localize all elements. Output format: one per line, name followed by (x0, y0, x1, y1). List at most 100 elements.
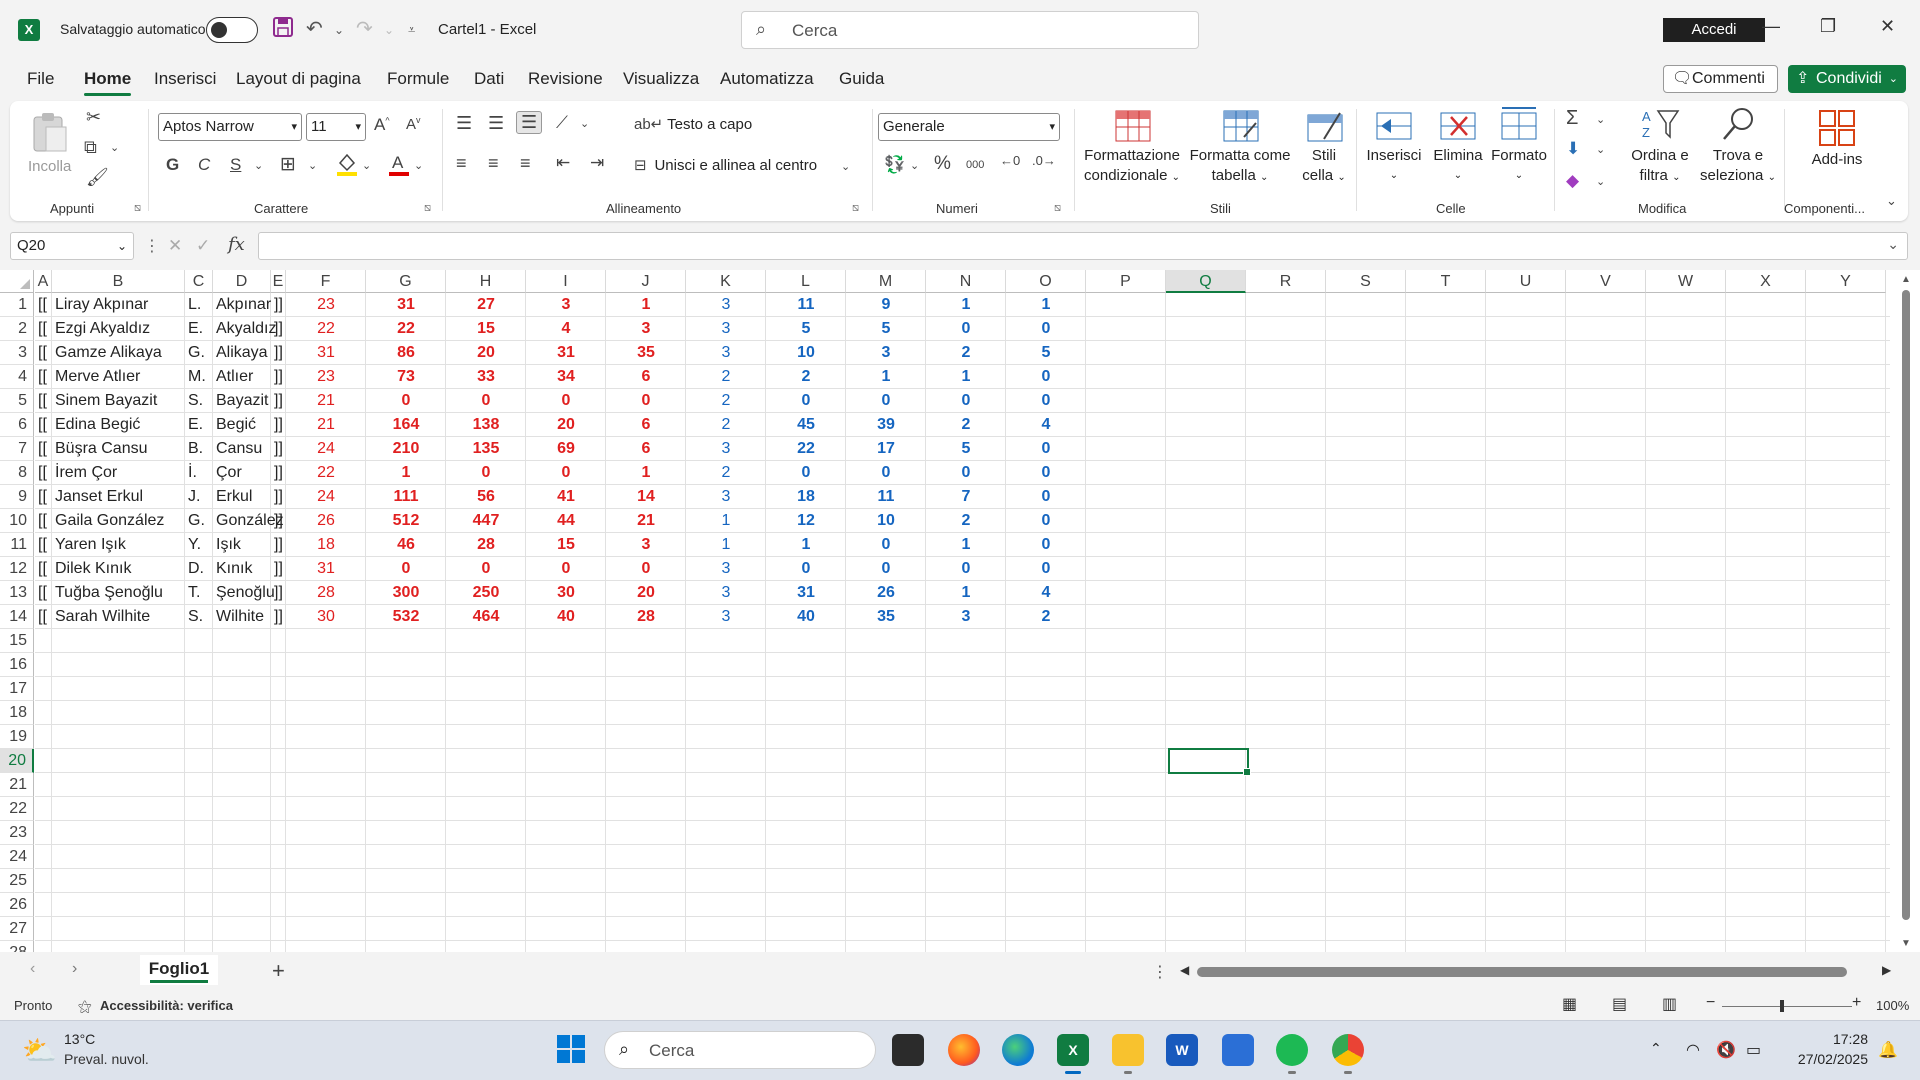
cell-C4[interactable]: M. (185, 365, 213, 389)
redo-icon[interactable]: ↷ (356, 16, 373, 41)
scroll-left-icon[interactable]: ◀ (1180, 963, 1189, 977)
cell-I12[interactable]: 0 (526, 557, 606, 581)
row-header-6[interactable]: 6 (0, 413, 34, 437)
cell-F13[interactable]: 28 (286, 581, 366, 605)
active-cell-Q20[interactable] (1168, 748, 1251, 776)
notifications-icon[interactable]: 🔔 (1878, 1040, 1898, 1060)
row-header-16[interactable]: 16 (0, 653, 34, 677)
fill-color-dropdown-icon[interactable]: ⌄ (362, 159, 371, 172)
cell-L2[interactable]: 5 (766, 317, 846, 341)
autosave-toggle[interactable] (206, 17, 258, 43)
cell-N13[interactable]: 1 (926, 581, 1006, 605)
normal-view-icon[interactable]: ▦ (1562, 994, 1577, 1014)
cell-C8[interactable]: İ. (185, 461, 213, 485)
accessibility-check[interactable]: Accessibilità: verifica (100, 998, 233, 1013)
cell-C10[interactable]: G. (185, 509, 213, 533)
align-middle-icon[interactable]: ☰ (488, 113, 504, 134)
cell-E3[interactable]: ]] (271, 341, 286, 365)
cell-F2[interactable]: 22 (286, 317, 366, 341)
cell-I9[interactable]: 41 (526, 485, 606, 509)
title-search-box[interactable]: ⌕ Cerca (741, 11, 1199, 49)
cell-L14[interactable]: 40 (766, 605, 846, 629)
cell-C5[interactable]: S. (185, 389, 213, 413)
row-header-23[interactable]: 23 (0, 821, 34, 845)
cell-B3[interactable]: Gamze Alikaya (52, 341, 185, 365)
orientation-dropdown-icon[interactable]: ⌄ (580, 117, 589, 130)
cancel-entry-icon[interactable]: ✕ (168, 236, 182, 256)
cell-H4[interactable]: 33 (446, 365, 526, 389)
cell-D14[interactable]: Wilhite (213, 605, 271, 629)
cell-B1[interactable]: Liray Akpınar (52, 293, 185, 317)
row-header-27[interactable]: 27 (0, 917, 34, 941)
borders-icon[interactable]: ⊞ (280, 153, 296, 176)
cell-G6[interactable]: 164 (366, 413, 446, 437)
tab-automatizza[interactable]: Automatizza (720, 69, 814, 89)
cell-K4[interactable]: 2 (686, 365, 766, 389)
row-header-18[interactable]: 18 (0, 701, 34, 725)
underline-dropdown-icon[interactable]: ⌄ (254, 159, 263, 172)
cell-A10[interactable]: [[ (35, 509, 52, 533)
cell-J13[interactable]: 20 (606, 581, 686, 605)
clear-icon[interactable]: ◆ (1566, 171, 1579, 191)
cell-B10[interactable]: Gaila González (52, 509, 185, 533)
cell-O6[interactable]: 4 (1006, 413, 1086, 437)
cell-H10[interactable]: 447 (446, 509, 526, 533)
cell-B2[interactable]: Ezgi Akyaldız (52, 317, 185, 341)
cell-M1[interactable]: 9 (846, 293, 926, 317)
cell-O7[interactable]: 0 (1006, 437, 1086, 461)
cell-N4[interactable]: 1 (926, 365, 1006, 389)
cell-K7[interactable]: 3 (686, 437, 766, 461)
cell-O9[interactable]: 0 (1006, 485, 1086, 509)
cell-K12[interactable]: 3 (686, 557, 766, 581)
cell-N10[interactable]: 2 (926, 509, 1006, 533)
cell-L12[interactable]: 0 (766, 557, 846, 581)
cell-H5[interactable]: 0 (446, 389, 526, 413)
cell-B5[interactable]: Sinem Bayazit (52, 389, 185, 413)
column-header-G[interactable]: G (366, 270, 446, 293)
font-size-combo[interactable]: 11 ▾ (306, 113, 366, 141)
currency-dropdown-icon[interactable]: ⌄ (910, 159, 919, 172)
cell-D13[interactable]: Şenoğlu (213, 581, 275, 605)
cell-A8[interactable]: [[ (35, 461, 52, 485)
cell-M4[interactable]: 1 (846, 365, 926, 389)
comments-button[interactable]: 🗨 Commenti (1663, 65, 1778, 93)
cell-L13[interactable]: 31 (766, 581, 846, 605)
cell-I7[interactable]: 69 (526, 437, 606, 461)
column-header-B[interactable]: B (52, 270, 185, 293)
increase-indent-icon[interactable]: ⇥ (590, 153, 604, 173)
cell-C14[interactable]: S. (185, 605, 213, 629)
cell-G9[interactable]: 111 (366, 485, 446, 509)
appunti-launcher-icon[interactable]: ⧅ (134, 202, 141, 215)
conditional-formatting-button[interactable]: Formattazione condizionale ⌄ (1080, 109, 1184, 188)
cell-L7[interactable]: 22 (766, 437, 846, 461)
cell-J10[interactable]: 21 (606, 509, 686, 533)
cell-B7[interactable]: Büşra Cansu (52, 437, 185, 461)
close-icon[interactable]: ✕ (1880, 16, 1895, 37)
cell-E9[interactable]: ]] (271, 485, 286, 509)
cell-D2[interactable]: Akyaldız (213, 317, 276, 341)
italic-icon[interactable]: C (198, 155, 210, 175)
cell-M13[interactable]: 26 (846, 581, 926, 605)
tab-formule[interactable]: Formule (387, 69, 449, 89)
align-bottom-icon[interactable]: ☰ (516, 111, 543, 134)
row-header-21[interactable]: 21 (0, 773, 34, 797)
cell-K10[interactable]: 1 (686, 509, 766, 533)
tab-inserisci[interactable]: Inserisci (154, 69, 216, 89)
cell-L3[interactable]: 10 (766, 341, 846, 365)
vertical-scroll-thumb[interactable] (1902, 290, 1910, 920)
cell-K11[interactable]: 1 (686, 533, 766, 557)
column-header-C[interactable]: C (185, 270, 213, 293)
system-tray-chevron-icon[interactable]: ⌃ (1650, 1040, 1662, 1057)
allineamento-launcher-icon[interactable]: ⧅ (852, 202, 859, 215)
cell-H12[interactable]: 0 (446, 557, 526, 581)
spotify-icon[interactable] (1276, 1034, 1308, 1066)
copy-icon[interactable]: ⧉ (84, 137, 97, 158)
sheet-options-icon[interactable]: ⋮ (1152, 962, 1168, 982)
cell-F14[interactable]: 30 (286, 605, 366, 629)
paste-button[interactable]: Incolla (28, 109, 71, 175)
column-header-K[interactable]: K (686, 270, 766, 293)
cell-L4[interactable]: 2 (766, 365, 846, 389)
cell-K5[interactable]: 2 (686, 389, 766, 413)
column-header-A[interactable]: A (35, 270, 52, 293)
cell-B4[interactable]: Merve Atlıer (52, 365, 185, 389)
